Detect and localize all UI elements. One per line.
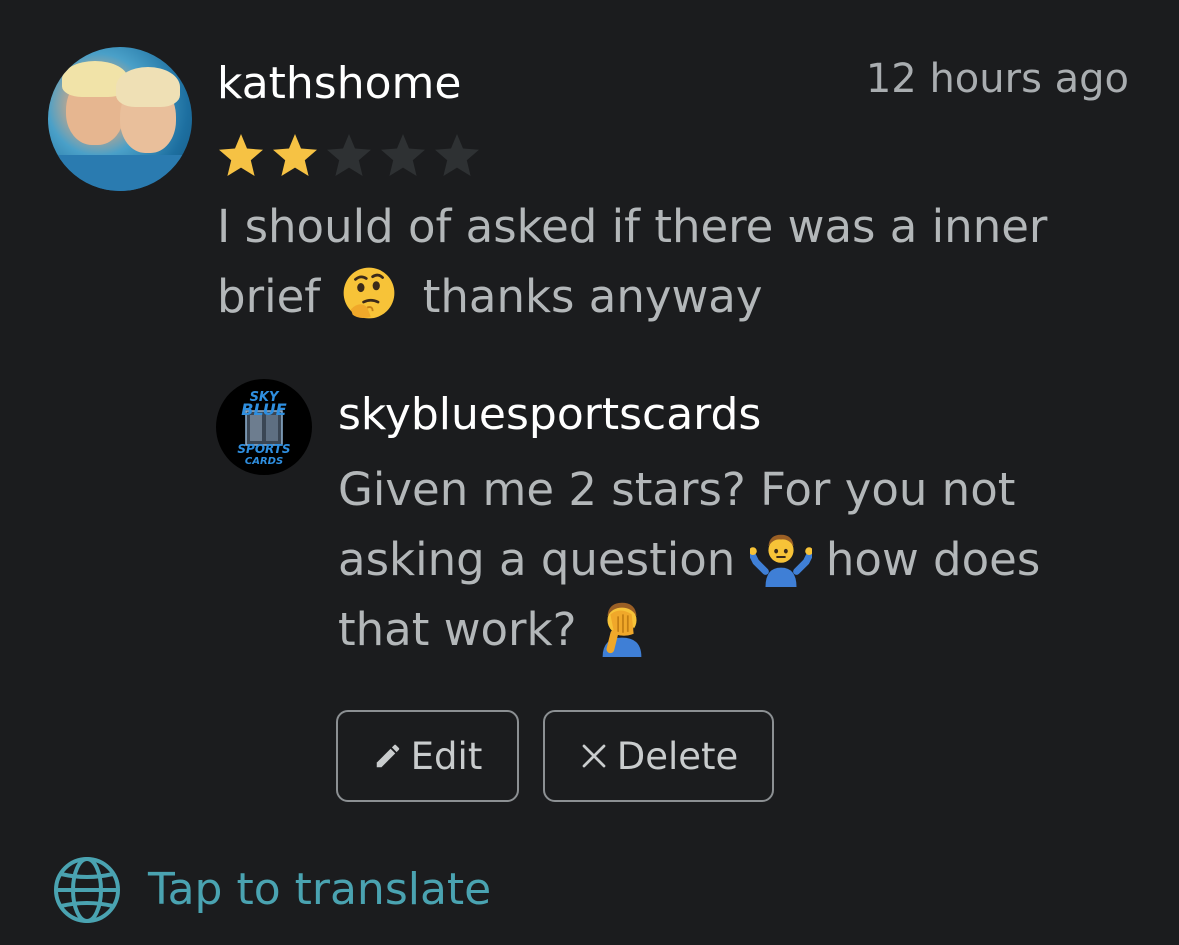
globe-icon <box>54 857 120 923</box>
seller-avatar[interactable]: SKY BLUE SPORTS CARDS <box>216 379 312 475</box>
review-timestamp: 12 hours ago <box>865 56 1129 102</box>
skyblue-logo-icon: SKY BLUE SPORTS CARDS <box>218 381 310 473</box>
svg-text:CARDS: CARDS <box>245 456 283 467</box>
review-text: I should of asked if there was a inner b… <box>217 192 1117 332</box>
reply-text: Given me 2 stars? For you not asking a q… <box>338 455 1138 665</box>
delete-button[interactable]: Delete <box>543 710 774 802</box>
star-empty-icon <box>327 134 371 176</box>
delete-label: Delete <box>616 734 739 778</box>
star-filled-icon <box>273 134 317 176</box>
review-text-part2: thanks anyway <box>408 270 763 323</box>
review-card: kathshome 12 hours ago I should of asked… <box>0 0 1179 945</box>
edit-label: Edit <box>410 734 483 778</box>
thinking-face-icon <box>344 267 395 319</box>
close-icon <box>582 744 606 768</box>
seller-username[interactable]: skybluesportscards <box>338 386 761 444</box>
star-filled-icon <box>219 134 263 176</box>
star-rating <box>217 132 481 178</box>
star-empty-icon <box>435 134 479 176</box>
svg-text:SPORTS: SPORTS <box>237 442 290 456</box>
person-facepalming-icon <box>602 602 642 657</box>
reviewer-avatar[interactable] <box>48 47 192 191</box>
translate-link[interactable]: Tap to translate <box>52 852 491 928</box>
person-shrugging-icon <box>749 534 812 587</box>
svg-text:BLUE: BLUE <box>241 400 287 419</box>
edit-button[interactable]: Edit <box>336 710 519 802</box>
pencil-icon <box>376 744 399 768</box>
reviewer-username[interactable]: kathshome <box>217 56 461 112</box>
translate-label: Tap to translate <box>148 864 492 915</box>
star-empty-icon <box>381 134 425 176</box>
